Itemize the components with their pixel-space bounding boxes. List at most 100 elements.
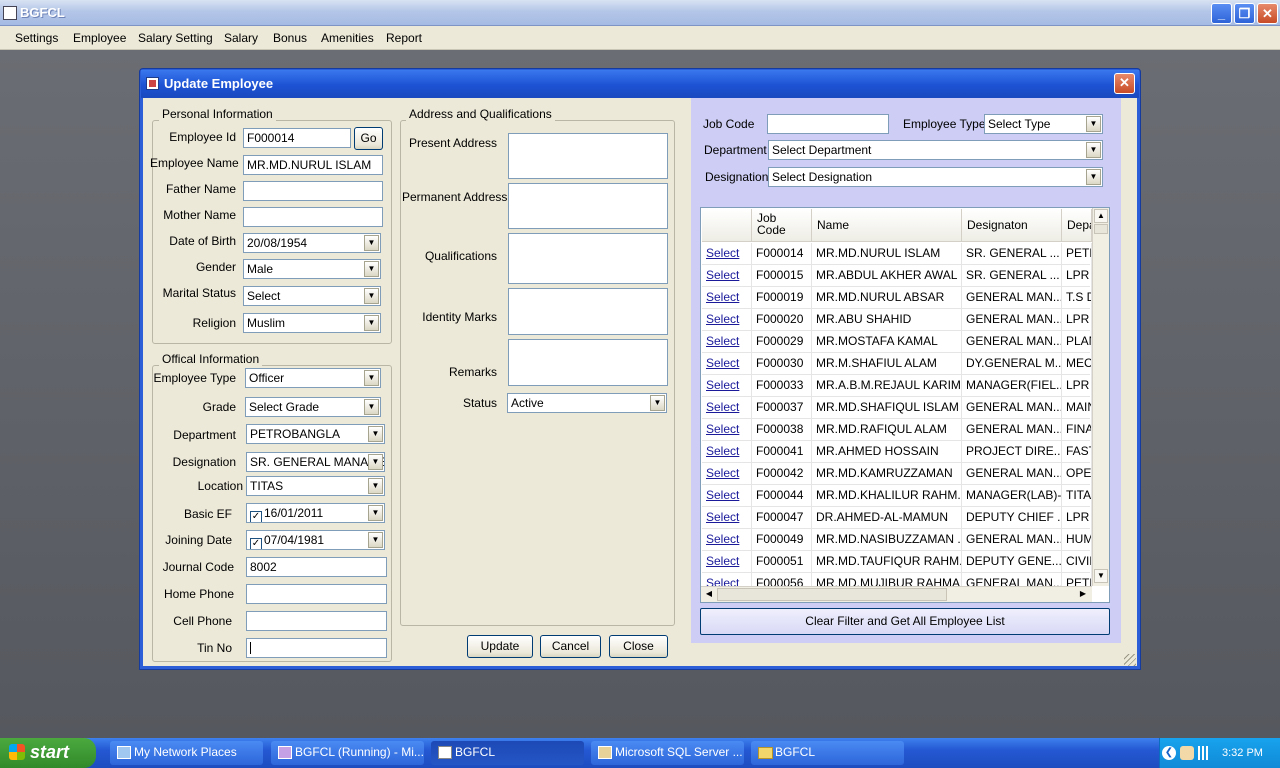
resize-grip-icon[interactable] xyxy=(1124,654,1136,666)
joining-date-picker[interactable]: ✓ 07/04/1981 ▼ xyxy=(246,530,385,550)
department-select[interactable]: PETROBANGLA ▼ xyxy=(246,424,385,444)
menu-amenities[interactable]: Amenities xyxy=(321,31,374,45)
table-row[interactable]: Select F000037 MR.MD.SHAFIQUL ISLAM GENERAL… xyxy=(702,397,1092,419)
chevron-down-icon[interactable]: ▼ xyxy=(368,532,383,548)
chevron-down-icon[interactable]: ▼ xyxy=(364,261,379,277)
taskbar-bgfcl-app[interactable]: BGFCL xyxy=(431,741,584,765)
employee-type-select[interactable]: Officer ▼ xyxy=(245,368,381,388)
chevron-down-icon[interactable]: ▼ xyxy=(1086,116,1101,132)
chevron-down-icon[interactable]: ▼ xyxy=(368,426,383,442)
mother-name-field[interactable] xyxy=(243,207,383,227)
table-row[interactable]: Select F000020 MR.ABU SHAHID GENERAL MAN...… xyxy=(702,309,1092,331)
scroll-down-icon[interactable]: ▼ xyxy=(1094,569,1108,583)
clear-filter-button[interactable]: Clear Filter and Get All Employee List xyxy=(700,608,1110,635)
select-link[interactable]: Select xyxy=(702,397,752,419)
restore-icon[interactable]: ❐ xyxy=(1234,3,1255,24)
menu-settings[interactable]: Settings xyxy=(15,31,58,45)
chevron-down-icon[interactable]: ▼ xyxy=(368,478,383,494)
marital-status-select[interactable]: Select ▼ xyxy=(243,286,381,306)
gender-select[interactable]: Male ▼ xyxy=(243,259,381,279)
home-phone-field[interactable] xyxy=(246,584,387,604)
employee-id-field[interactable]: F000014 xyxy=(243,128,351,148)
status-select[interactable]: Active ▼ xyxy=(507,393,667,413)
select-link[interactable]: Select xyxy=(702,353,752,375)
chevron-down-icon[interactable]: ▼ xyxy=(1086,142,1101,158)
select-link[interactable]: Select xyxy=(702,287,752,309)
select-link[interactable]: Select xyxy=(702,265,752,287)
close-button[interactable]: Close xyxy=(609,635,668,658)
table-row[interactable]: Select F000042 MR.MD.KAMRUZZAMAN GENERAL MA… xyxy=(702,463,1092,485)
taskbar-network-places[interactable]: My Network Places xyxy=(110,741,263,765)
select-link[interactable]: Select xyxy=(702,551,752,573)
table-row[interactable]: Select F000014 MR.MD.NURUL ISLAM SR. GENERA… xyxy=(702,243,1092,265)
go-button[interactable]: Go xyxy=(354,127,383,150)
scroll-up-icon[interactable]: ▲ xyxy=(1094,209,1108,223)
select-link[interactable]: Select xyxy=(702,331,752,353)
grade-select[interactable]: Select Grade ▼ xyxy=(245,397,381,417)
permanent-address-field[interactable] xyxy=(508,183,668,229)
chevron-down-icon[interactable]: ▼ xyxy=(364,235,379,251)
menu-report[interactable]: Report xyxy=(386,31,422,45)
tray-signal-icon[interactable] xyxy=(1198,746,1213,760)
tray-clock[interactable]: 3:32 PM xyxy=(1222,747,1263,759)
select-link[interactable]: Select xyxy=(702,419,752,441)
employee-name-field[interactable]: MR.MD.NURUL ISLAM xyxy=(243,155,383,175)
table-row[interactable]: Select F000044 MR.MD.KHALILUR RAHM... MANAG… xyxy=(702,485,1092,507)
filter-department-select[interactable]: Select Department ▼ xyxy=(768,140,1103,160)
remarks-field[interactable] xyxy=(508,339,668,386)
chevron-down-icon[interactable]: ▼ xyxy=(1086,169,1101,185)
present-address-field[interactable] xyxy=(508,133,668,179)
father-name-field[interactable] xyxy=(243,181,383,201)
grid-header-designation[interactable]: Designaton xyxy=(962,209,1062,242)
cell-phone-field[interactable] xyxy=(246,611,387,631)
grid-header-name[interactable]: Name xyxy=(812,209,962,242)
chevron-down-icon[interactable]: ▼ xyxy=(364,399,379,415)
table-row[interactable]: Select F000030 MR.M.SHAFIUL ALAM DY.GENERAL… xyxy=(702,353,1092,375)
chevron-down-icon[interactable]: ▼ xyxy=(364,288,379,304)
select-link[interactable]: Select xyxy=(702,507,752,529)
table-row[interactable]: Select F000047 DR.AHMED-AL-MAMUN DEPUTY CHI… xyxy=(702,507,1092,529)
select-link[interactable]: Select xyxy=(702,441,752,463)
cancel-button[interactable]: Cancel xyxy=(540,635,601,658)
chevron-down-icon[interactable]: ▼ xyxy=(364,315,379,331)
select-link[interactable]: Select xyxy=(702,463,752,485)
grid-vscrollbar[interactable]: ▲ ▼ xyxy=(1092,208,1109,586)
designation-select[interactable]: SR. GENERAL MANAGER ▼ xyxy=(246,452,385,472)
minimize-icon[interactable]: _ xyxy=(1211,3,1232,24)
grid-header-department[interactable]: Depa xyxy=(1062,209,1092,242)
table-row[interactable]: Select F000041 MR.AHMED HOSSAIN PROJECT DIR… xyxy=(702,441,1092,463)
table-row[interactable]: Select F000033 MR.A.B.M.REJAUL KARIM MANAGE… xyxy=(702,375,1092,397)
filter-designation-select[interactable]: Select Designation ▼ xyxy=(768,167,1103,187)
scroll-right-icon[interactable]: ▶ xyxy=(1076,588,1090,601)
select-link[interactable]: Select xyxy=(702,309,752,331)
basic-ef-picker[interactable]: ✓ 16/01/2011 ▼ xyxy=(246,503,385,523)
filter-employee-type-select[interactable]: Select Type ▼ xyxy=(984,114,1103,134)
dialog-close-icon[interactable]: ✕ xyxy=(1114,73,1135,94)
select-link[interactable]: Select xyxy=(702,375,752,397)
taskbar-sql-server[interactable]: Microsoft SQL Server ... xyxy=(591,741,744,765)
dob-picker[interactable]: 20/08/1954 ▼ xyxy=(243,233,381,253)
chevron-down-icon[interactable]: ▼ xyxy=(650,395,665,411)
menu-salary-setting[interactable]: Salary Setting xyxy=(138,31,213,45)
scroll-left-icon[interactable]: ◀ xyxy=(702,588,716,601)
close-icon[interactable]: ✕ xyxy=(1257,3,1278,24)
filter-job-code-field[interactable] xyxy=(767,114,889,134)
scroll-thumb[interactable] xyxy=(1094,224,1108,234)
menu-employee[interactable]: Employee xyxy=(73,31,126,45)
update-button[interactable]: Update xyxy=(467,635,533,658)
grid-header-job-code[interactable]: Job Code xyxy=(752,209,812,242)
tin-no-field[interactable] xyxy=(246,638,387,658)
tray-expand-icon[interactable]: ❮ xyxy=(1162,746,1176,760)
hscroll-thumb[interactable] xyxy=(717,588,947,601)
religion-select[interactable]: Muslim ▼ xyxy=(243,313,381,333)
table-row[interactable]: Select F000051 MR.MD.TAUFIQUR RAHM... DEPUT… xyxy=(702,551,1092,573)
location-select[interactable]: TITAS ▼ xyxy=(246,476,385,496)
table-row[interactable]: Select F000049 MR.MD.NASIBUZZAMAN ... GENER… xyxy=(702,529,1092,551)
basic-ef-checkbox[interactable]: ✓ xyxy=(250,511,262,522)
select-link[interactable]: Select xyxy=(702,485,752,507)
joining-date-checkbox[interactable]: ✓ xyxy=(250,538,262,549)
menu-salary[interactable]: Salary xyxy=(224,31,258,45)
table-row[interactable]: Select F000015 MR.ABDUL AKHER AWAL SR. GENE… xyxy=(702,265,1092,287)
chevron-down-icon[interactable]: ▼ xyxy=(368,505,383,521)
journal-code-field[interactable]: 8002 xyxy=(246,557,387,577)
